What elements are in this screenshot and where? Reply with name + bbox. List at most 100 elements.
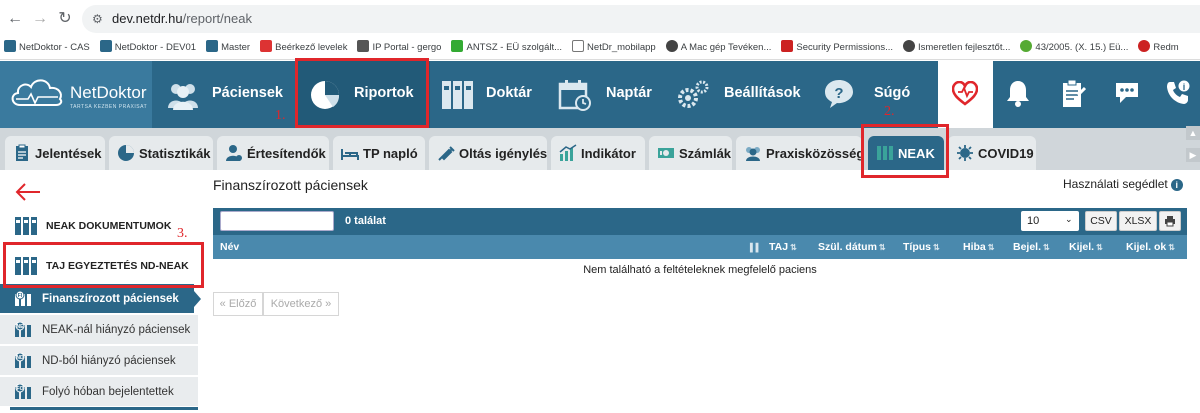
document-icon [357,40,370,52]
empty-table-message: Nem található a feltételeknek megfelelő … [213,259,1187,281]
column-header-label: Név [220,241,240,253]
cloud-icon [99,40,112,52]
binders-icon [442,81,473,109]
bookmark-item[interactable]: Ismeretlen fejlesztőt... [899,37,1016,60]
tab-notifications[interactable]: Értesítendők [217,136,329,170]
users-icon [168,84,198,110]
tab-reports[interactable]: Jelentések [5,136,105,170]
bookmark-item[interactable]: ANTSZ - EÜ szolgált... [447,37,568,60]
pie-chart-icon [118,145,134,161]
export-xlsx-button[interactable]: XLSX [1119,211,1157,231]
tab-label: Értesítendők [247,146,326,161]
column-header-label: Típus [903,241,931,253]
print-button[interactable] [1159,211,1181,231]
menu-item-doktar[interactable]: Doktár [432,61,550,128]
messages-button[interactable] [1104,61,1149,128]
syringe-icon [438,146,455,161]
active-item-caret [194,291,201,307]
sidebar-item-reported-this-month[interactable]: FO Folyó hóban bejelentettek [0,377,198,407]
column-header-taj[interactable]: TAJ ⇅ [769,241,797,253]
column-header-label: Bejel. [1013,241,1042,253]
bookmark-item[interactable]: A Mac gép Tevéken... [662,37,778,60]
pager-next-button[interactable]: Következő » [263,292,339,316]
page-size-select[interactable]: 10 ⌄ [1021,211,1079,231]
bookmark-item[interactable]: NetDr_mobilapp [568,37,662,60]
back-arrow-icon[interactable] [14,182,42,202]
bookmark-item[interactable]: Master [202,37,256,60]
export-csv-button[interactable]: CSV [1085,211,1117,231]
forward-icon[interactable]: → [30,9,50,29]
tab-invoices[interactable]: Számlák [649,136,732,170]
pager-previous-button[interactable]: « Előző [213,292,263,316]
notifications-button[interactable] [996,61,1041,128]
netdoktor-logo[interactable]: NetDoktor TARTSA KEZBEN PRAXISAT [0,61,152,128]
binders-icon [15,217,37,235]
bookmark-item[interactable]: NetDoktor - CAS [0,37,96,60]
bookmark-item[interactable]: Security Permissions... [777,37,899,60]
annotation-box-neak [861,124,949,178]
tab-label: COVID19 [978,146,1034,161]
bookmark-item[interactable]: IP Portal - gergo [353,37,447,60]
scroll-right-button[interactable]: ▶ [1186,148,1200,162]
site-info-icon[interactable]: ⚙ [92,12,106,26]
annotation-box-reports [295,58,429,128]
bookmark-item[interactable]: NetDoktor - DEV01 [96,37,202,60]
sidebar-item-label: Finanszírozott páciensek [42,293,179,305]
documents-button[interactable] [1050,61,1095,128]
group-icon [746,147,760,161]
sidebar-item-missing-from-nd[interactable]: ND ND-ból hiányzó páciensek [0,346,198,376]
column-header-label: TAJ [769,241,789,253]
back-icon[interactable]: ← [5,9,25,29]
menu-item-help[interactable]: ? Súgó [822,61,932,128]
tab-tp-log[interactable]: TP napló [333,136,425,170]
bookmark-item[interactable]: Beérkező levelek [256,37,353,60]
annotation-box-taj-matching [3,242,204,288]
sidebar-item-missing-at-neak[interactable]: NE NEAK-nál hiányzó páciensek [0,315,198,345]
table-search-input[interactable] [220,211,334,231]
tab-indicator[interactable]: Indikátor [551,136,645,170]
virus-icon [957,145,973,161]
phone-info-button[interactable]: i [1154,61,1199,128]
menu-item-settings[interactable]: Beállítások [672,61,812,128]
tab-covid19[interactable]: COVID19 [948,136,1036,170]
chevron-down-icon: ⌄ [1065,214,1073,224]
address-bar-row: ← → ↻ ⚙ dev.netdr.hu/report/neak [0,0,1200,37]
sidebar-header-neak-documents[interactable]: NEAK DOKUMENTUMOK [0,206,198,246]
printer-icon [1165,216,1175,227]
bookmark-item[interactable]: Redm [1134,37,1184,60]
url-field[interactable]: ⚙ dev.netdr.hu/report/neak [82,5,1200,33]
column-header-type[interactable]: Típus ⇅ [903,241,940,253]
url-text: dev.netdr.hu/report/neak [112,11,252,26]
bed-icon [341,149,359,160]
column-header-birth-date[interactable]: Szül. dátum ⇅ [818,241,886,253]
reload-icon[interactable]: ↻ [55,9,75,29]
column-header-deregistration-reason[interactable]: Kijel. ok ⇅ [1126,241,1175,253]
help-guide-link[interactable]: Használati segédlet i [1063,177,1183,191]
bookmarks-bar: NetDoktor - CAS NetDoktor - DEV01 Master Be… [0,37,1200,60]
column-sort-icon[interactable]: ▐▐ [745,241,758,253]
tab-statistics[interactable]: Statisztikák [109,136,213,170]
annotation-label: 1. [275,108,286,123]
column-header-error[interactable]: Hiba ⇅ [963,241,994,253]
tab-label: Számlák [679,146,732,161]
sidebar-item-financed-patients[interactable]: FI Finanszírozott páciensek [0,284,194,314]
scroll-up-button[interactable]: ▲ [1186,126,1200,140]
tab-label: Jelentések [35,146,102,161]
tab-vaccination-request[interactable]: Oltás igénylés [429,136,547,170]
column-header-name[interactable]: Név [220,241,239,253]
bookmark-item[interactable]: 43/2005. (X. 15.) Eü... [1016,37,1134,60]
tab-practice-community[interactable]: Praxisközösség [736,136,864,170]
page-title: Finanszírozott páciensek [213,177,368,193]
column-header-deregistered[interactable]: Kijel. ⇅ [1069,241,1103,253]
svg-text:ND: ND [16,355,24,361]
sort-icon: ⇅ [1096,243,1103,252]
app-header: NetDoktor TARTSA KEZBEN PRAXISAT Páciens… [0,61,1200,128]
vital-heart-button[interactable] [938,61,993,128]
menu-item-calendar[interactable]: Naptár [552,61,664,128]
column-header-reported[interactable]: Bejel. ⇅ [1013,241,1050,253]
column-header-label: Kijel. [1069,241,1095,253]
money-icon [658,148,674,158]
tab-label: Statisztikák [139,146,211,161]
annotation-label: 3. [177,226,188,241]
clipboard-icon [16,144,28,161]
